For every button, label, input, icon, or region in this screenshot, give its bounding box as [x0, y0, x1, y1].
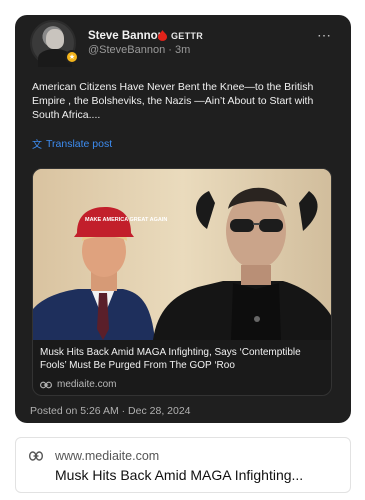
- post-card: ★ Steve Bannon GETTR @SteveBannon · 3m ⋯…: [15, 15, 351, 423]
- more-options-icon[interactable]: ⋯: [317, 27, 332, 44]
- url-preview-card[interactable]: www.mediaite.com Musk Hits Back Amid MAG…: [15, 437, 351, 493]
- preview-domain: www.mediaite.com: [55, 449, 160, 463]
- translate-post-link[interactable]: 文 Translate post: [32, 136, 113, 152]
- link-title-text: Musk Hits Back Amid MAGA Infighting, Say…: [40, 347, 301, 371]
- post-timestamp: Posted on 5:26 AM · Dec 28, 2024: [30, 405, 191, 417]
- verified-badge-icon: [158, 30, 167, 41]
- link-preview-card[interactable]: MAKE AMERICA GREAT AGAIN Musk Hits Back …: [32, 168, 332, 396]
- author-handle-time: @SteveBannon · 3m: [88, 44, 191, 56]
- link-preview-image: MAKE AMERICA GREAT AGAIN: [33, 169, 331, 340]
- translate-post-label: Translate post: [46, 137, 113, 150]
- link-preview-title: Musk Hits Back Amid MAGA Infighting, Say…: [40, 347, 328, 372]
- link-chain-icon: [40, 381, 52, 388]
- avatar-face: [46, 29, 64, 49]
- link-preview-domain: mediaite.com: [40, 379, 116, 390]
- avatar-status-badge-icon: ★: [65, 50, 79, 64]
- link-domain-text: mediaite.com: [57, 379, 117, 390]
- translate-icon: 文: [32, 140, 42, 151]
- platform-label: GETTR: [171, 31, 203, 41]
- preview-title: Musk Hits Back Amid MAGA Infighting...: [55, 467, 304, 483]
- link-chain-icon: [29, 451, 43, 461]
- news-photo: MAKE AMERICA GREAT AGAIN: [33, 169, 331, 340]
- author-display-name[interactable]: Steve Bannon: [88, 30, 165, 42]
- post-text: American Citizens Have Never Bent the Kn…: [32, 81, 314, 121]
- hat-text: MAKE AMERICA GREAT AGAIN: [85, 217, 167, 223]
